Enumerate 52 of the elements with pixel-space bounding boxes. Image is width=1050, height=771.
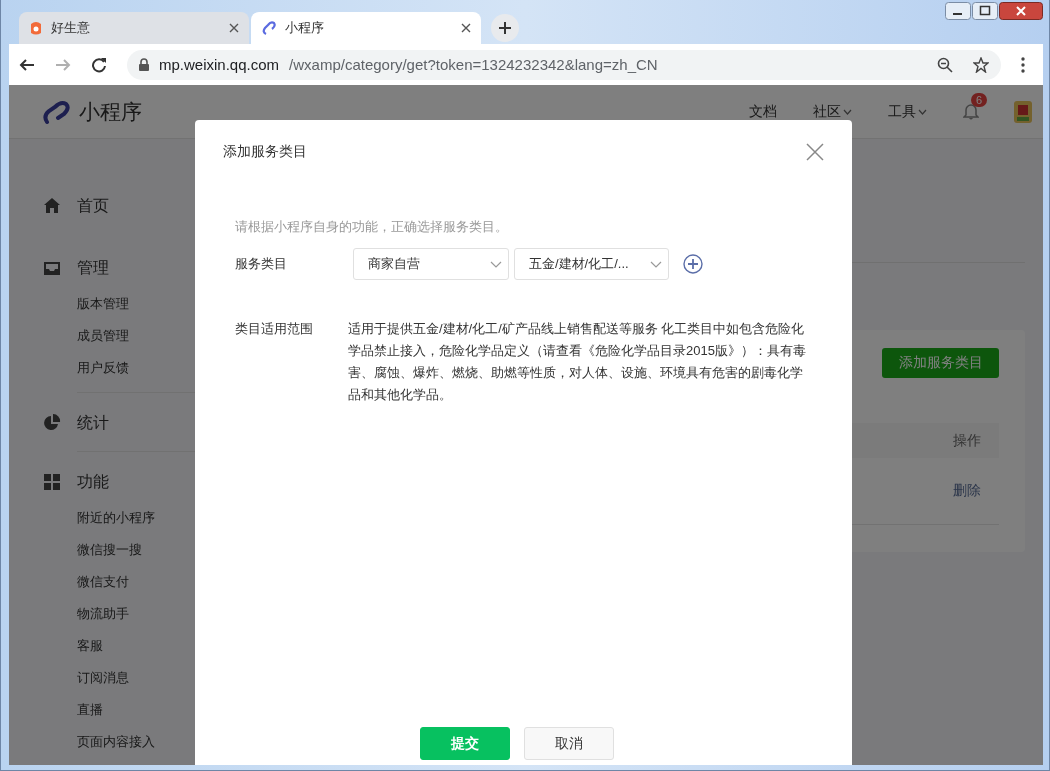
logo-text[interactable]: 小程序 [79,97,142,126]
bell-icon[interactable] [963,103,979,120]
column-header: 操作 [953,431,981,450]
dialog-title: 添加服务类目 [223,143,307,161]
nav-link[interactable]: 文档 [749,102,777,121]
caret-icon [918,108,927,115]
sidebar-section[interactable]: 功能 [77,471,109,493]
sidebar-section[interactable]: 首页 [77,195,109,217]
sidebar-section[interactable]: 统计 [77,412,109,434]
grid-icon [43,473,61,491]
add-icon[interactable] [683,254,703,274]
field-label: 服务类目 [235,255,288,273]
tray-icon [43,259,61,277]
star-icon[interactable] [973,56,989,73]
select-field[interactable]: 五金/建材/化工/... [514,248,669,280]
address-field[interactable]: mp.weixin.qq.com /wxamp/category/get?token=1324232342&lang=zh_CN [127,49,1001,80]
nav-link[interactable]: 工具 [888,102,927,121]
tab-title: 小程序 [285,19,325,37]
close-icon[interactable] [999,2,1043,20]
zoom-icon[interactable] [937,56,953,73]
delete-link[interactable]: 删除 [953,482,981,500]
cancel-button[interactable]: 取消 [523,727,614,760]
caret-icon [843,108,852,115]
new-tab-icon[interactable] [491,14,519,42]
menu-icon[interactable] [1021,56,1025,73]
chevron-down-icon [650,260,662,268]
field-label: 类目适用范围 [235,320,314,338]
maximize-icon[interactable] [972,2,998,20]
minimize-icon[interactable] [945,2,971,20]
notification-badge: 6 [971,93,988,107]
chevron-down-icon [490,260,502,268]
close-icon[interactable] [461,23,471,33]
nav-link[interactable]: 社区 [813,102,852,121]
back-icon[interactable] [19,56,35,73]
select-field[interactable]: 商家自营 [353,248,509,280]
home-icon [43,197,61,215]
scope-description: 适用于提供五金/建材/化工/矿产品线上销售配送等服务 化工类目中如包含危险化学品禁止接入，危险化学品定义（请查看《危险化学品目录2015版》）：具有毒害、腐蚀、爆炸、燃烧、助燃等性质，对人体、设施、环境具有危害的剧毒化学品和其他化学品。 [348,320,807,404]
browser-tab[interactable]: 小程序 [251,12,481,44]
submit-button[interactable]: 提交 [419,727,510,760]
close-icon[interactable] [229,23,239,33]
sidebar-section[interactable]: 管理 [77,257,109,279]
hint-text: 请根据小程序自身的功能，正确选择服务类目。 [235,218,509,236]
close-icon[interactable] [806,143,824,161]
link-icon [261,20,277,36]
reload-icon[interactable] [91,56,107,73]
avatar-icon[interactable] [1011,98,1035,125]
lock-icon [139,58,149,71]
pie-chart-icon [43,414,61,432]
browser-tab[interactable]: 好生意 [19,12,249,44]
add-category-button[interactable]: 添加服务类目 [882,348,999,378]
tab-title: 好生意 [51,19,91,37]
app-icon [29,20,43,36]
